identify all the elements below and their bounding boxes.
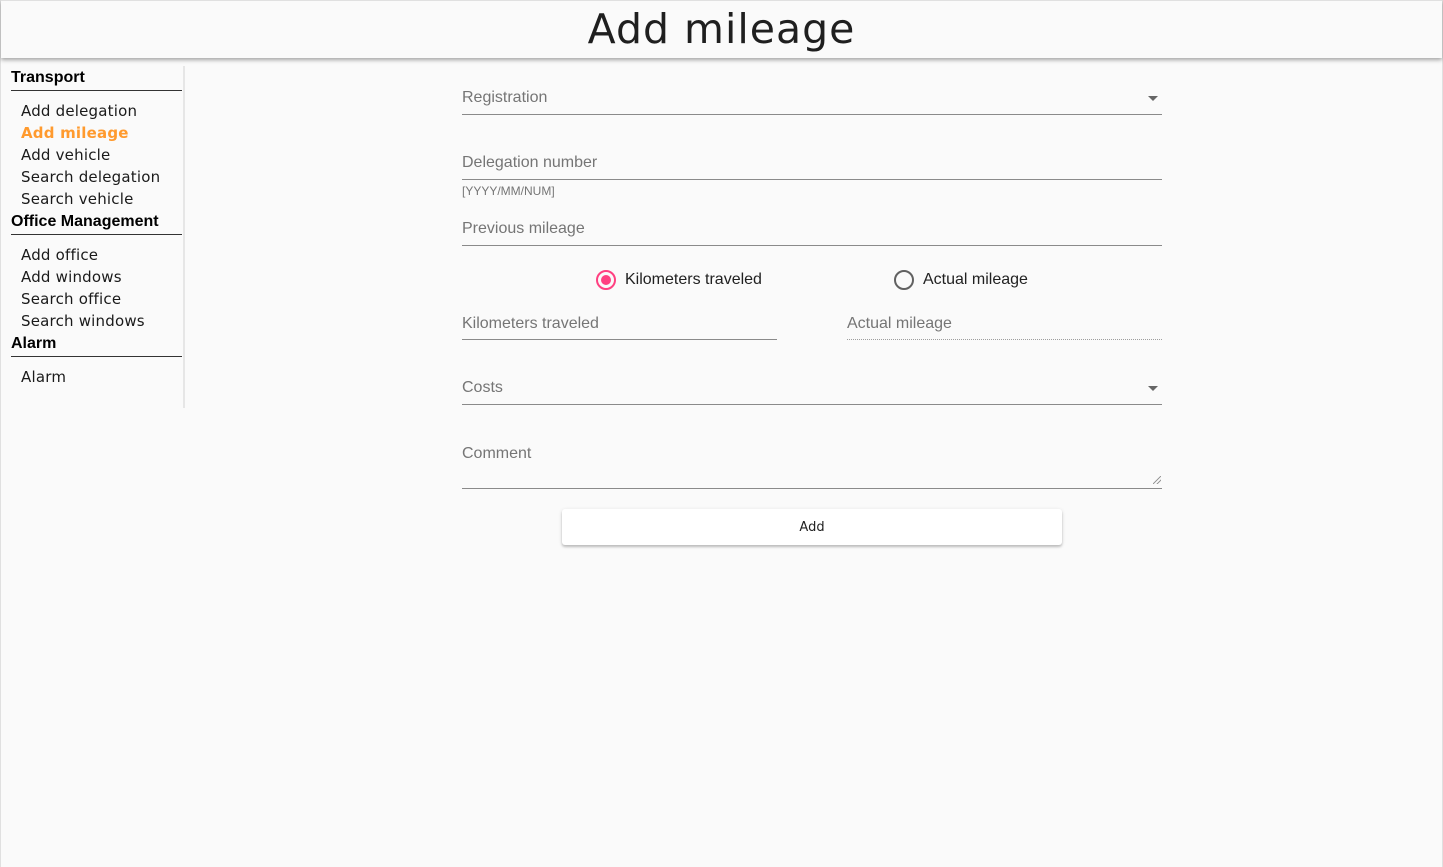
mileage-mode-radio-group: Kilometers traveled Actual mileage xyxy=(462,270,1162,292)
radio-kilometers-traveled[interactable]: Kilometers traveled xyxy=(596,270,762,290)
section-title-transport: Transport xyxy=(11,66,182,91)
comment-field[interactable]: Comment xyxy=(462,435,1162,489)
previous-mileage-underline xyxy=(462,245,1162,246)
section-title-alarm: Alarm xyxy=(11,332,182,357)
delegation-number-hint: [YYYY/MM/NUM] xyxy=(462,184,555,198)
sidebar-item-add-vehicle[interactable]: Add vehicle xyxy=(21,144,183,166)
radio-kilometers-traveled-label: Kilometers traveled xyxy=(625,271,762,288)
page-title: Add mileage xyxy=(587,5,856,53)
nav-list-transport: Add delegation Add mileage Add vehicle S… xyxy=(11,91,183,210)
actual-mileage-input xyxy=(847,312,1162,340)
add-button[interactable]: Add xyxy=(562,509,1062,545)
app-header: Add mileage xyxy=(1,0,1442,58)
kilometers-traveled-input[interactable] xyxy=(462,312,777,340)
sidebar-item-search-vehicle[interactable]: Search vehicle xyxy=(21,188,183,210)
radio-actual-mileage[interactable]: Actual mileage xyxy=(894,270,1028,290)
kilometers-traveled-underline xyxy=(462,339,777,340)
sidebar-item-add-office[interactable]: Add office xyxy=(21,244,183,266)
actual-mileage-underline xyxy=(847,339,1162,340)
sidebar-item-alarm[interactable]: Alarm xyxy=(21,366,183,388)
radio-unchecked-icon[interactable] xyxy=(894,270,914,290)
delegation-number-underline xyxy=(462,179,1162,180)
sidebar-item-search-delegation[interactable]: Search delegation xyxy=(21,166,183,188)
previous-mileage-field[interactable]: Previous mileage xyxy=(462,211,1162,246)
sidebar-item-add-windows[interactable]: Add windows xyxy=(21,266,183,288)
nav-list-alarm: Alarm xyxy=(11,357,183,388)
sidebar-section-alarm: Alarm Alarm xyxy=(11,332,183,388)
sidebar-section-office-management: Office Management Add office Add windows… xyxy=(11,210,183,332)
nav-list-office-management: Add office Add windows Search office Sea… xyxy=(11,235,183,332)
registration-select[interactable]: Registration xyxy=(462,80,1162,115)
previous-mileage-input[interactable] xyxy=(462,218,1162,246)
sidebar-item-add-mileage[interactable]: Add mileage xyxy=(21,122,183,144)
costs-select[interactable]: Costs xyxy=(462,370,1162,405)
comment-textarea[interactable] xyxy=(462,465,1162,489)
delegation-number-field[interactable]: Delegation number xyxy=(462,145,1162,180)
comment-label: Comment xyxy=(462,445,532,462)
chevron-down-icon[interactable] xyxy=(1148,386,1158,391)
chevron-down-icon[interactable] xyxy=(1148,96,1158,101)
costs-label: Costs xyxy=(462,379,503,396)
comment-underline xyxy=(462,488,1162,489)
costs-underline xyxy=(462,404,1162,405)
delegation-number-input[interactable] xyxy=(462,152,1162,180)
sidebar-item-search-office[interactable]: Search office xyxy=(21,288,183,310)
actual-mileage-field: Actual mileage xyxy=(847,310,1162,340)
radio-checked-icon[interactable] xyxy=(596,270,616,290)
radio-actual-mileage-label: Actual mileage xyxy=(923,271,1028,288)
sidebar-item-search-windows[interactable]: Search windows xyxy=(21,310,183,332)
sidebar-item-add-delegation[interactable]: Add delegation xyxy=(21,100,183,122)
sidebar: Transport Add delegation Add mileage Add… xyxy=(11,66,185,408)
registration-underline xyxy=(462,114,1162,115)
resize-handle-icon[interactable] xyxy=(1153,476,1161,484)
kilometers-traveled-field[interactable]: Kilometers traveled xyxy=(462,310,777,340)
section-title-office-management: Office Management xyxy=(11,210,182,235)
registration-label: Registration xyxy=(462,89,548,106)
sidebar-section-transport: Transport Add delegation Add mileage Add… xyxy=(11,66,183,210)
